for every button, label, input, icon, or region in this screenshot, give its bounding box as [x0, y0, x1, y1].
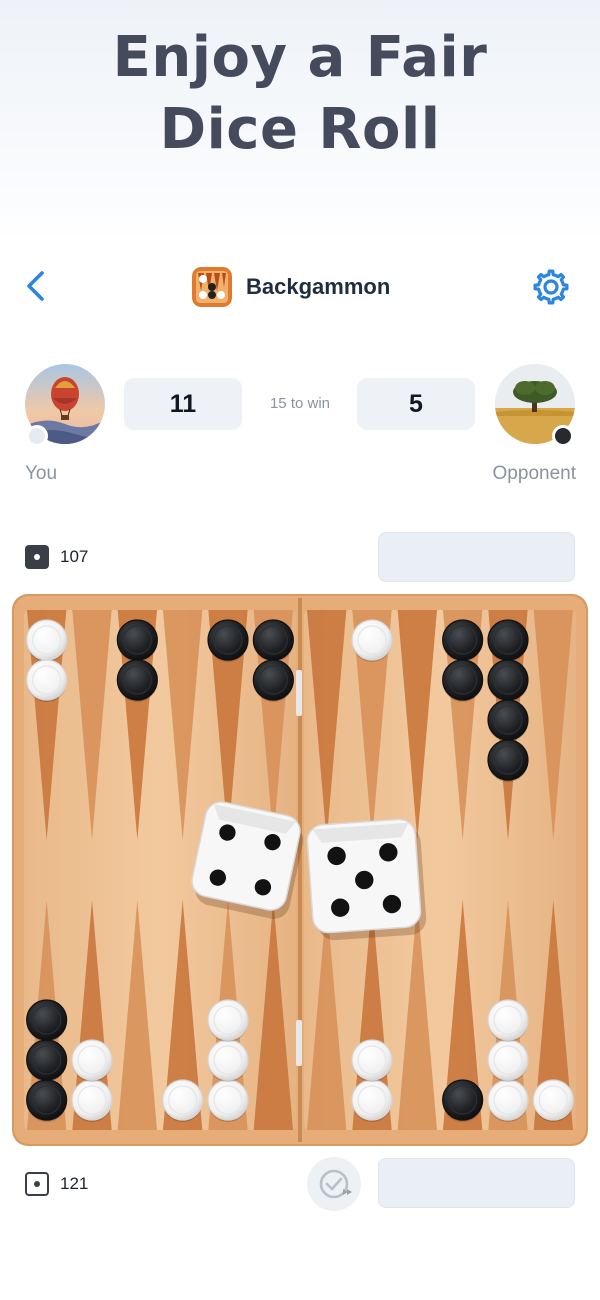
black-checker[interactable] — [487, 619, 529, 662]
white-checker[interactable] — [207, 1079, 249, 1122]
chevron-left-icon — [27, 271, 44, 301]
score-you: 11 — [124, 378, 242, 430]
white-checker[interactable] — [207, 999, 249, 1042]
app-title: Backgammon — [246, 274, 391, 299]
dark-die-icon — [25, 545, 49, 569]
die — [306, 818, 427, 941]
opponent-dice-slot — [378, 532, 575, 582]
black-checker[interactable] — [26, 1079, 68, 1122]
settings-button[interactable] — [528, 264, 574, 310]
promo-headline: Enjoy a Fair Dice Roll — [0, 22, 600, 166]
white-checker[interactable] — [487, 1039, 529, 1082]
white-checker[interactable] — [71, 1079, 113, 1122]
score-opponent: 5 — [357, 378, 475, 430]
promo-line-1: Enjoy a Fair — [112, 25, 488, 90]
white-checker[interactable] — [207, 1039, 249, 1082]
white-checker[interactable] — [26, 659, 68, 702]
your-dice-slot[interactable] — [378, 1158, 575, 1208]
white-checker[interactable] — [351, 619, 393, 662]
page-title: Backgammon — [192, 266, 390, 308]
black-checker[interactable] — [442, 619, 484, 662]
player-chip-white — [26, 425, 48, 447]
hinge — [296, 670, 302, 716]
undo-button[interactable] — [307, 1157, 361, 1211]
white-checker[interactable] — [71, 1039, 113, 1082]
backgammon-app-icon — [192, 267, 232, 307]
white-checker[interactable] — [532, 1079, 574, 1122]
pip-count-value: 107 — [60, 547, 89, 566]
black-checker[interactable] — [116, 619, 158, 662]
player-chip-black — [552, 425, 574, 447]
black-checker[interactable] — [207, 619, 249, 662]
black-checker[interactable] — [442, 659, 484, 702]
gear-icon — [533, 269, 569, 305]
die — [191, 801, 304, 919]
black-checker[interactable] — [487, 739, 529, 782]
black-checker[interactable] — [116, 659, 158, 702]
white-checker[interactable] — [487, 999, 529, 1042]
white-checker[interactable] — [162, 1079, 204, 1122]
black-checker[interactable] — [487, 699, 529, 742]
player-name-you: You — [25, 463, 58, 484]
match-target: 15 to win — [269, 395, 331, 412]
black-checker[interactable] — [252, 659, 294, 702]
black-checker[interactable] — [26, 1039, 68, 1082]
white-checker[interactable] — [487, 1079, 529, 1122]
white-checker[interactable] — [351, 1079, 393, 1122]
white-checker[interactable] — [26, 619, 68, 662]
pip-count-you: 121 — [25, 1172, 88, 1196]
top-bar: Backgammon — [0, 258, 600, 316]
pip-count-opponent: 107 — [25, 545, 88, 569]
hinge — [296, 1020, 302, 1066]
backgammon-board[interactable] — [12, 594, 588, 1146]
undo-check-icon — [319, 1169, 352, 1199]
pip-count-value: 121 — [60, 1174, 89, 1193]
white-checker[interactable] — [351, 1039, 393, 1082]
black-checker[interactable] — [252, 619, 294, 662]
black-checker[interactable] — [487, 659, 529, 702]
black-checker[interactable] — [442, 1079, 484, 1122]
black-checker[interactable] — [26, 999, 68, 1042]
back-button[interactable] — [18, 266, 58, 306]
promo-line-2: Dice Roll — [159, 97, 441, 162]
light-die-icon — [25, 1172, 49, 1196]
player-name-opponent: Opponent — [492, 463, 576, 484]
